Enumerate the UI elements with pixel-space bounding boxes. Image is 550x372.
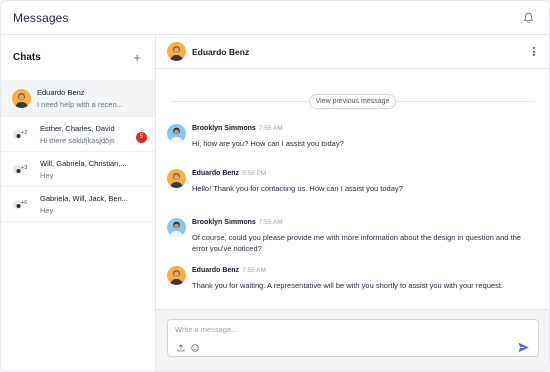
sidebar-header: Chats + xyxy=(1,35,155,81)
top-bar: Messages xyxy=(1,1,549,35)
divider xyxy=(397,100,535,102)
chat-name: Gabriela, Will, Jack, Ben... xyxy=(40,193,128,203)
messages-app: Messages Chats + Eduardo Benz I need hel… xyxy=(0,0,550,372)
view-previous-row: View previous message xyxy=(170,93,535,109)
message: Eduardo Benz 7:55 AM Thank you for waitin… xyxy=(167,266,535,291)
message-author: Eduardo Benz xyxy=(192,267,240,274)
chat-item[interactable]: +3 Will, Gabriela, Christian,... Hey xyxy=(1,152,155,187)
plus-icon[interactable]: + xyxy=(133,51,141,64)
message-author: Eduardo Benz xyxy=(192,170,240,177)
group-avatar: +2 xyxy=(12,125,34,144)
send-icon[interactable] xyxy=(517,341,530,354)
chat-item[interactable]: +6 Gabriela, Will, Jack, Ben... Hey xyxy=(1,187,155,222)
message: Brooklyn Simmons 7:55 AM Hi, how are you?… xyxy=(167,124,535,149)
chat-name: Will, Gabriela, Christian,... xyxy=(40,158,127,168)
avatar xyxy=(167,218,186,237)
upload-icon[interactable] xyxy=(176,343,185,352)
unread-badge: 5 xyxy=(136,131,147,143)
composer-area xyxy=(156,309,549,371)
chat-preview: Hey xyxy=(40,205,54,215)
more-vertical-icon[interactable] xyxy=(529,47,539,56)
message-time: 7:55 AM xyxy=(242,267,266,274)
emoji-icon[interactable] xyxy=(190,343,199,352)
divider xyxy=(170,100,308,102)
message-author: Brooklyn Simmons xyxy=(192,219,256,226)
message-text: Of course, could you please provide me w… xyxy=(192,233,521,253)
group-extra-count: +3 xyxy=(21,164,28,171)
conversation-header: Eduardo Benz xyxy=(156,35,549,69)
group-extra-count: +6 xyxy=(21,199,28,206)
avatar xyxy=(12,89,31,108)
chat-preview: I need help with a recen... xyxy=(37,100,123,109)
group-avatar: +3 xyxy=(12,160,34,179)
view-previous-button[interactable]: View previous message xyxy=(308,93,397,109)
message: Eduardo Benz 5:59 PM Hello! Thank you for… xyxy=(167,169,535,194)
chats-heading: Chats xyxy=(13,52,41,63)
message-time: 7:55 AM xyxy=(258,219,283,226)
chat-preview: Hi there sakldjkasjdöjs xyxy=(40,135,115,145)
contact-name: Eduardo Benz xyxy=(192,46,250,57)
chat-name: Eduardo Benz xyxy=(37,88,85,97)
message: Brooklyn Simmons 7:55 AM Of course, could… xyxy=(167,218,535,254)
avatar xyxy=(167,266,186,285)
bell-icon[interactable] xyxy=(521,11,535,25)
app-title: Messages xyxy=(13,10,69,25)
group-extra-count: +2 xyxy=(21,129,28,136)
avatar xyxy=(167,42,186,61)
composer-box xyxy=(167,319,539,357)
conversation-panel: Eduardo Benz View previous message Brook… xyxy=(156,35,549,371)
message-time: 7:55 AM xyxy=(258,125,283,132)
message-author: Brooklyn Simmons xyxy=(192,125,256,132)
message-text: Thank you for waiting. A representative … xyxy=(192,281,503,290)
chat-sidebar: Chats + Eduardo Benz I need help with a … xyxy=(1,35,156,371)
avatar xyxy=(167,124,186,143)
group-avatar: +6 xyxy=(12,195,34,214)
chat-name: Esther, Charles, David xyxy=(40,123,115,133)
message-time: 5:59 PM xyxy=(242,170,267,177)
chat-item[interactable]: Eduardo Benz I need help with a recen... xyxy=(1,81,155,117)
chat-preview: Hey xyxy=(40,170,54,180)
message-text: Hi, how are you? How can I assist you to… xyxy=(192,139,344,148)
avatar xyxy=(167,169,186,188)
message-input[interactable] xyxy=(175,325,475,334)
chat-item[interactable]: +2 Esther, Charles, David Hi there sakld… xyxy=(1,117,155,152)
message-text: Hello! Thank you for contacting us. How … xyxy=(192,184,403,193)
